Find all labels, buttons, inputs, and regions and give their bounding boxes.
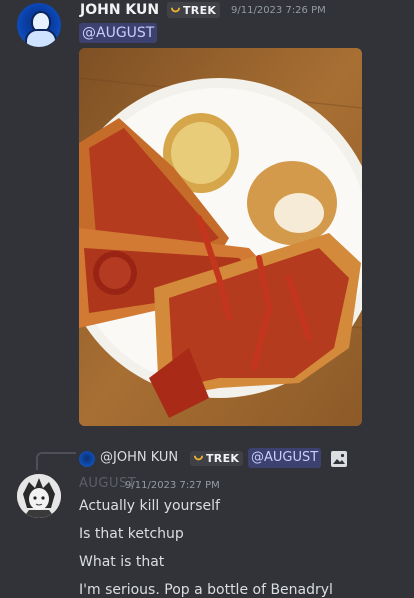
message-august: @JOHN KUN TREK @AUGUST AUGUST 9/11/2023 … xyxy=(0,440,414,598)
message-line: What is that xyxy=(79,554,165,570)
reply-clan-tag-text: TREK xyxy=(206,452,240,465)
author-name[interactable]: JOHN KUN xyxy=(80,2,159,18)
clan-tag-text: TREK xyxy=(183,3,217,17)
clan-tag[interactable]: TREK xyxy=(167,2,221,18)
reply-clan-tag[interactable]: TREK xyxy=(190,451,244,466)
message-john-kun: JOHN KUN TREK 9/11/2023 7:26 PM @AUGUST xyxy=(0,0,414,440)
avatar-john-kun[interactable] xyxy=(17,3,61,47)
reply-avatar[interactable] xyxy=(79,451,95,467)
reply-author[interactable]: @JOHN KUN xyxy=(100,450,178,465)
timestamp: 9/11/2023 7:27 PM xyxy=(125,480,220,491)
food-photo xyxy=(79,48,362,426)
avatar-august-art xyxy=(17,474,61,518)
image-icon[interactable] xyxy=(330,450,348,468)
message-line: Actually kill yourself xyxy=(79,498,220,514)
reply-connector xyxy=(36,452,76,470)
clan-tag-icon xyxy=(170,7,181,12)
attached-image[interactable] xyxy=(79,48,362,426)
message-line: Is that ketchup xyxy=(79,526,184,542)
message-line: I'm serious. Pop a bottle of Benadryl xyxy=(79,582,333,598)
avatar-august[interactable] xyxy=(17,474,61,518)
timestamp: 9/11/2023 7:26 PM xyxy=(231,5,326,16)
clan-tag-icon xyxy=(193,455,204,461)
mention[interactable]: @AUGUST xyxy=(79,23,158,43)
avatar-body xyxy=(25,29,57,47)
reply-mention[interactable]: @AUGUST xyxy=(248,448,322,468)
